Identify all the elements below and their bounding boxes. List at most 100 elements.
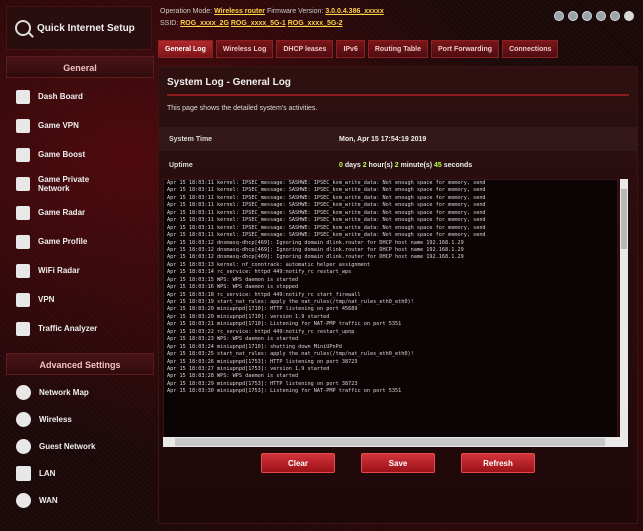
dashboard-icon [16, 89, 30, 104]
user-icon[interactable] [582, 11, 592, 21]
log-line: Apr 15 18:03:20 miniupnpd[1710]: HTTP li… [167, 306, 358, 313]
log-line: Apr 15 18:03:11 kernel: IPSEC_message: S… [167, 209, 486, 216]
wan-icon [16, 493, 31, 508]
firmware-version-link[interactable]: 3.0.0.4.386_xxxxx [325, 8, 383, 15]
log-line: Apr 15 18:03:27 miniupnpd[1753]: version… [167, 365, 330, 372]
sidebar-item-game-vpn[interactable]: Game VPN [6, 111, 154, 140]
title-divider [167, 94, 629, 96]
action-buttons: Clear Save Refresh [159, 453, 637, 473]
log-line: Apr 15 18:03:11 kernel: IPSEC_message: S… [167, 194, 486, 201]
ssid-2g-link[interactable]: ROG_xxxx_2G [180, 20, 229, 27]
log-line: Apr 15 18:03:14 rc_service: httpd 449:no… [167, 269, 352, 276]
guest-network-icon [16, 439, 31, 454]
page-title: System Log - General Log [167, 77, 291, 88]
sidebar: General Dash Board Game VPN Game Boost G… [6, 56, 154, 531]
status-icons [554, 11, 634, 21]
log-line: Apr 15 18:03:11 kernel: IPSEC_message: S… [167, 224, 486, 231]
system-time-value: Mon, Apr 15 17:54:19 2019 [339, 135, 427, 143]
tab-routing-table[interactable]: Routing Table [367, 40, 428, 58]
log-line: Apr 15 18:03:12 dnsmasq-dhcp[469]: Ignor… [167, 239, 464, 246]
log-line: Apr 15 18:03:25 start_nat_rules: apply t… [167, 351, 414, 358]
uptime-label: Uptime [169, 161, 193, 169]
uptime-value: 0 days 2 hour(s) 2 minute(s) 45 seconds [339, 161, 473, 169]
tab-wireless-log[interactable]: Wireless Log [215, 40, 274, 58]
log-line: Apr 15 18:03:16 WPS: WPS daemon is stopp… [167, 284, 299, 291]
log-line: Apr 15 18:03:11 kernel: IPSEC_message: S… [167, 180, 486, 186]
sidebar-item-guest-network[interactable]: Guest Network [6, 433, 154, 460]
game-boost-icon [16, 147, 30, 162]
log-line: Apr 15 18:03:30 miniupnpd[1753]: Listeni… [167, 388, 402, 395]
sidebar-item-game-private-network[interactable]: Game Private Network [6, 169, 154, 198]
log-line: Apr 15 18:03:11 kernel: IPSEC_message: S… [167, 187, 486, 194]
sidebar-item-game-profile[interactable]: Game Profile [6, 227, 154, 256]
traffic-analyzer-icon [16, 321, 30, 336]
sidebar-item-traffic-analyzer[interactable]: Traffic Analyzer [6, 314, 154, 343]
log-line: Apr 15 18:03:29 miniupnpd[1753]: HTTP li… [167, 380, 358, 387]
network-icon[interactable] [554, 11, 564, 21]
vpn-icon [16, 292, 30, 307]
log-line: Apr 15 18:03:11 kernel: IPSEC_message: S… [167, 232, 486, 239]
sidebar-item-game-radar[interactable]: Game Radar [6, 198, 154, 227]
log-horizontal-scrollbar[interactable] [163, 437, 620, 447]
wireless-icon [16, 412, 31, 427]
quick-internet-setup-button[interactable]: Quick Internet Setup [6, 6, 152, 50]
operation-mode-link[interactable]: Wireless router [214, 8, 265, 15]
wifi-radar-icon [16, 263, 30, 278]
sidebar-item-wan[interactable]: WAN [6, 487, 154, 514]
log-line: Apr 15 18:03:23 WPS: WPS daemon is start… [167, 336, 299, 343]
sidebar-item-wireless[interactable]: Wireless [6, 406, 154, 433]
log-line: Apr 15 18:03:20 miniupnpd[1710]: version… [167, 313, 330, 320]
save-button[interactable]: Save [361, 453, 435, 473]
page-description: This page shows the detailed system's ac… [167, 105, 318, 112]
refresh-button[interactable]: Refresh [461, 453, 535, 473]
sidebar-item-network-map[interactable]: Network Map [6, 379, 154, 406]
ssid-5g1-link[interactable]: ROG_xxxx_5G-1 [231, 20, 286, 27]
sidebar-item-dashboard[interactable]: Dash Board [6, 82, 154, 111]
sidebar-advanced-title: Advanced Settings [6, 353, 154, 375]
uptime-row: Uptime 0 days 2 hour(s) 2 minute(s) 45 s… [159, 153, 637, 177]
tab-port-forwarding[interactable]: Port Forwarding [431, 40, 500, 58]
log-line: Apr 15 18:03:21 miniupnpd[1710]: Listeni… [167, 321, 402, 328]
log-vertical-scrollbar[interactable] [620, 179, 628, 447]
log-line: Apr 15 18:03:15 WPS: WPS daemon is start… [167, 276, 299, 283]
tab-connections[interactable]: Connections [502, 40, 559, 58]
system-time-label: System Time [169, 135, 213, 143]
log-line: Apr 15 18:03:13 kernel: nf_conntrack: au… [167, 261, 371, 268]
log-line: Apr 15 18:03:11 kernel: IPSEC_message: S… [167, 202, 486, 209]
sidebar-item-wifi-radar[interactable]: WiFi Radar [6, 256, 154, 285]
search-icon [15, 20, 31, 36]
wifi-icon[interactable] [596, 11, 606, 21]
sidebar-item-vpn[interactable]: VPN [6, 285, 154, 314]
system-log-textarea[interactable]: Apr 15 18:03:11 kernel: IPSEC_message: S… [163, 179, 618, 447]
quick-internet-setup-label: Quick Internet Setup [37, 22, 135, 34]
log-line: Apr 15 18:03:22 rc_service: httpd 449:no… [167, 328, 355, 335]
log-horizontal-scroll-thumb[interactable] [175, 438, 605, 446]
status-bar: Operation Mode: Wireless router Firmware… [160, 6, 638, 32]
sidebar-item-lan[interactable]: LAN [6, 460, 154, 487]
tab-general-log[interactable]: General Log [158, 40, 213, 58]
clear-button[interactable]: Clear [261, 453, 335, 473]
game-radar-icon [16, 205, 30, 220]
log-line: Apr 15 18:03:18 rc_service: httpd 449:no… [167, 291, 361, 298]
log-line: Apr 15 18:03:28 WPS: WPS daemon is start… [167, 373, 299, 380]
system-time-row: System Time Mon, Apr 15 17:54:19 2019 [159, 127, 637, 151]
ssid-5g2-link[interactable]: ROG_xxxx_5G-2 [288, 20, 343, 27]
usb-icon[interactable] [568, 11, 578, 21]
network-map-icon [16, 385, 31, 400]
sidebar-item-game-boost[interactable]: Game Boost [6, 140, 154, 169]
sidebar-general-title: General [6, 56, 154, 78]
tab-dhcp-leases[interactable]: DHCP leases [276, 40, 334, 58]
log-line: Apr 15 18:03:26 miniupnpd[1753]: HTTP li… [167, 358, 358, 365]
log-line: Apr 15 18:03:12 dnsmasq-dhcp[469]: Ignor… [167, 246, 464, 253]
log-line: Apr 15 18:03:24 miniupnpd[1710]: shuttin… [167, 343, 342, 350]
app-icon[interactable] [610, 11, 620, 21]
log-line: Apr 15 18:03:12 dnsmasq-dhcp[469]: Ignor… [167, 254, 464, 261]
main-panel: System Log - General Log This page shows… [158, 66, 638, 524]
log-line: Apr 15 18:03:19 start_nat_rules: apply t… [167, 299, 414, 305]
game-vpn-icon [16, 118, 30, 133]
notification-icon[interactable] [624, 11, 634, 21]
lan-icon [16, 466, 31, 481]
log-vertical-scroll-thumb[interactable] [621, 189, 627, 249]
game-private-network-icon [16, 176, 30, 191]
tab-ipv6[interactable]: IPv6 [336, 40, 365, 58]
